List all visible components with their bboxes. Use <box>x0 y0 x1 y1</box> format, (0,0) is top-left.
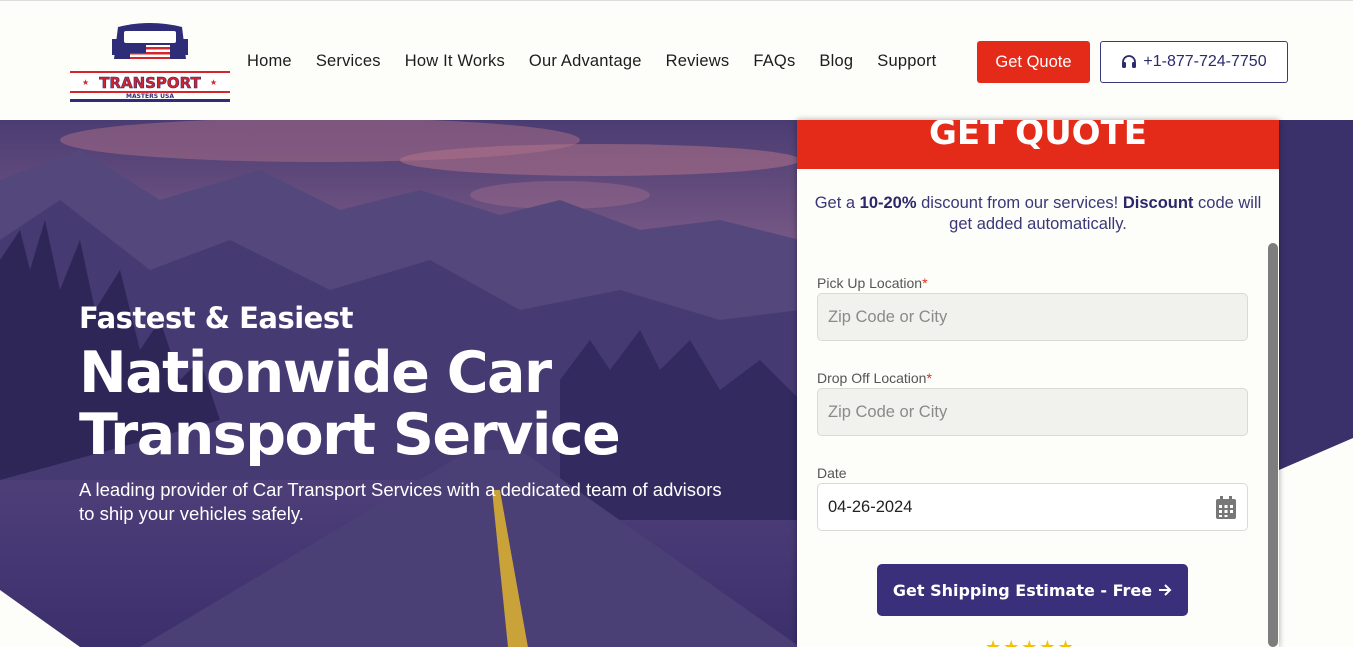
nav-blog[interactable]: Blog <box>819 49 853 73</box>
rating-stars: ★★★★★ <box>985 637 1076 647</box>
date-label: Date <box>817 465 847 481</box>
get-quote-button[interactable]: Get Quote <box>977 41 1090 83</box>
nav-how-it-works[interactable]: How It Works <box>405 49 505 73</box>
estimate-button-label: Get Shipping Estimate - Free <box>892 580 1153 600</box>
form-scrollbar[interactable] <box>1268 243 1278 647</box>
hero-kicker: Fastest & Easiest <box>79 301 353 335</box>
phone-button[interactable]: +1-877-724-7750 <box>1100 41 1288 83</box>
discount-promo-text: Get a 10-20% discount from our services!… <box>807 193 1269 235</box>
quote-form-panel: GET QUOTE Get a 10-20% discount from our… <box>797 120 1279 647</box>
nav-faqs[interactable]: FAQs <box>753 49 795 73</box>
nav-services[interactable]: Services <box>316 49 381 73</box>
nav-home[interactable]: Home <box>247 49 292 73</box>
quote-form-header: GET QUOTE <box>797 120 1279 169</box>
promo-text-pre: Get a <box>814 194 860 212</box>
promo-text-mid: discount from our services! <box>916 194 1123 212</box>
nav-our-advantage[interactable]: Our Advantage <box>529 49 642 73</box>
promo-bold: Discount <box>1122 194 1194 212</box>
date-field: Date 04-26-2024 <box>817 465 1248 531</box>
promo-discount: 10-20% <box>859 194 917 212</box>
quote-form-title: GET QUOTE <box>929 120 1147 153</box>
svg-text:★: ★ <box>82 78 89 87</box>
pickup-field: Pick Up Location* Zip Code or City <box>817 275 1248 341</box>
headset-icon <box>1122 55 1137 68</box>
svg-text:TRANSPORT: TRANSPORT <box>99 74 201 92</box>
get-shipping-estimate-button[interactable]: Get Shipping Estimate - Free <box>877 564 1188 616</box>
dropoff-label: Drop Off Location* <box>817 370 932 386</box>
hero-headline: Nationwide Car Transport Service <box>79 342 729 466</box>
date-value: 04-26-2024 <box>828 497 913 516</box>
hero-subtitle: A leading provider of Car Transport Serv… <box>79 479 722 524</box>
hero-headline-line2: Transport Service <box>79 402 621 468</box>
pickup-label: Pick Up Location* <box>817 275 928 291</box>
dropoff-field: Drop Off Location* Zip Code or City <box>817 370 1248 436</box>
calendar-icon[interactable] <box>1215 496 1237 520</box>
arrow-right-icon <box>1159 584 1172 596</box>
nav-support[interactable]: Support <box>877 49 936 73</box>
hero-headline-line1: Nationwide Car <box>79 340 552 406</box>
date-input[interactable]: 04-26-2024 <box>817 483 1248 531</box>
dropoff-input[interactable]: Zip Code or City <box>817 388 1248 436</box>
transport-masters-logo[interactable]: ★ ★ TRANSPORT MASTERS USA <box>68 19 232 105</box>
phone-number: +1-877-724-7750 <box>1143 53 1267 70</box>
nav-reviews[interactable]: Reviews <box>666 49 730 73</box>
main-nav: Home Services How It Works Our Advantage… <box>247 49 960 73</box>
hero-text: Fastest & Easiest Nationwide Car Transpo… <box>79 300 729 526</box>
pickup-input[interactable]: Zip Code or City <box>817 293 1248 341</box>
dropoff-placeholder: Zip Code or City <box>828 402 948 421</box>
site-header: ★ ★ TRANSPORT MASTERS USA Home Services … <box>0 0 1353 120</box>
svg-text:★: ★ <box>210 78 217 87</box>
pickup-placeholder: Zip Code or City <box>828 307 948 326</box>
svg-text:MASTERS USA: MASTERS USA <box>126 93 174 100</box>
